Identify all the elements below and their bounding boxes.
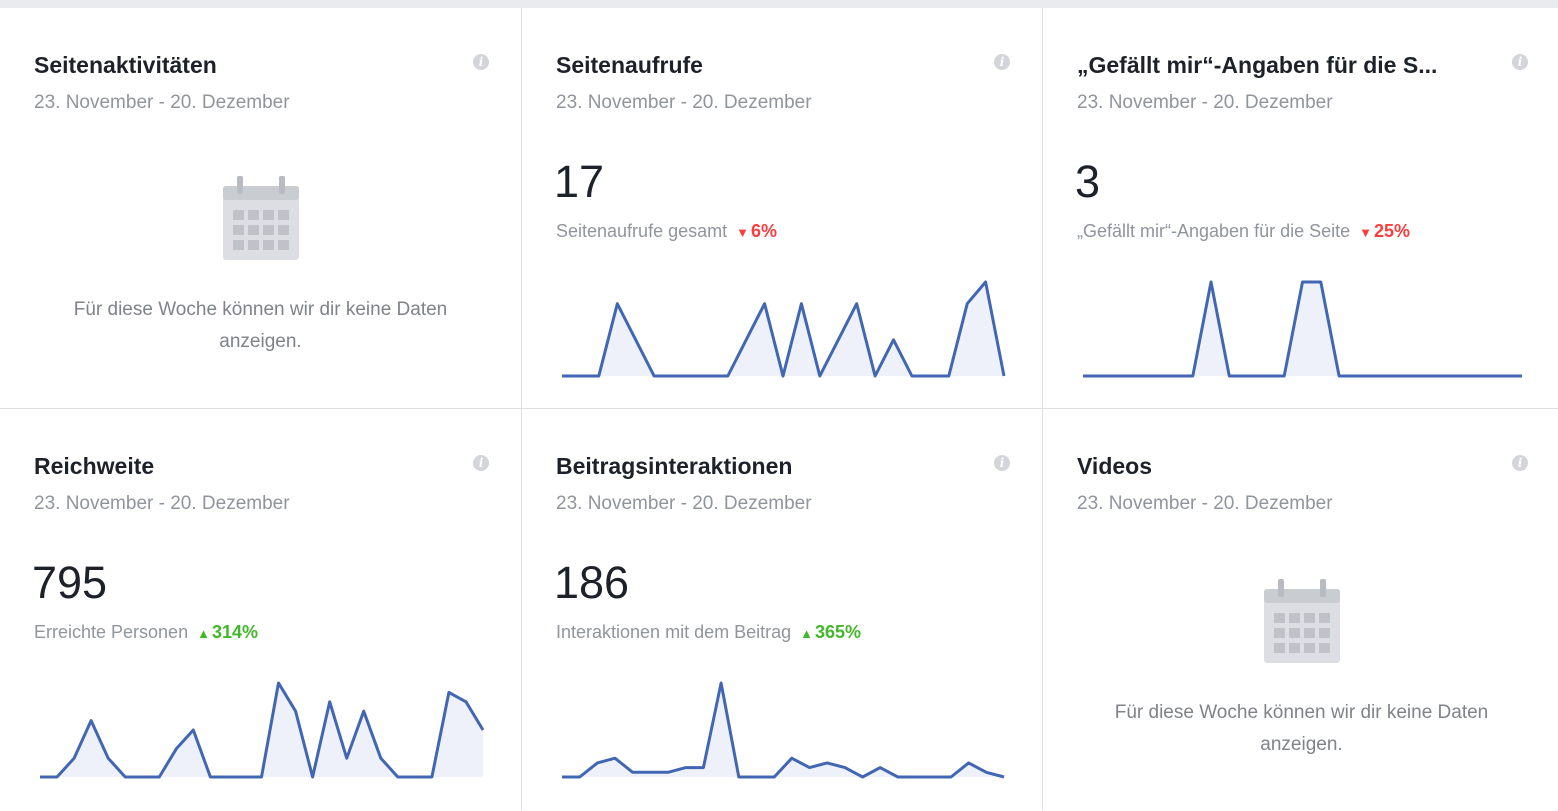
down-arrow-icon: ▼ bbox=[736, 225, 749, 240]
up-arrow-icon: ▲ bbox=[800, 626, 814, 641]
metric-row: Seitenaufrufe gesamt ▼ 6% bbox=[556, 221, 777, 242]
delta-value: 6% bbox=[751, 221, 778, 241]
metric-label: Interaktionen mit dem Beitrag bbox=[556, 622, 792, 642]
metric-row: Erreichte Personen ▲ 314% bbox=[34, 622, 258, 643]
empty-state: Für diese Woche können wir dir keine Dat… bbox=[1043, 579, 1558, 761]
metric-value: 186 bbox=[554, 557, 630, 608]
delta-value: 314% bbox=[211, 622, 259, 642]
info-icon[interactable]: i bbox=[994, 455, 1010, 471]
calendar-icon bbox=[222, 176, 299, 260]
delta-badge: ▲ 365% bbox=[800, 622, 861, 642]
card-title: Seitenaufrufe bbox=[556, 52, 703, 78]
metric-label: Seitenaufrufe gesamt bbox=[556, 221, 728, 241]
insights-grid: Seitenaktivitäten 23. November - 20. Dez… bbox=[0, 8, 1558, 811]
info-icon[interactable]: i bbox=[1512, 54, 1528, 70]
card-title: Reichweite bbox=[34, 453, 155, 479]
info-icon[interactable]: i bbox=[473, 54, 489, 70]
card-date-range: 23. November - 20. Dezember bbox=[1077, 92, 1333, 113]
card-reach[interactable]: Reichweite 23. November - 20. Dezember i… bbox=[0, 409, 521, 811]
card-page-views[interactable]: Seitenaufrufe 23. November - 20. Dezembe… bbox=[522, 8, 1042, 408]
down-arrow-icon: ▼ bbox=[1359, 225, 1373, 240]
card-date-range: 23. November - 20. Dezember bbox=[1077, 493, 1333, 514]
card-date-range: 23. November - 20. Dezember bbox=[34, 92, 290, 113]
sparkline-line bbox=[562, 681, 1005, 779]
sparkline bbox=[1083, 280, 1522, 378]
delta-badge: ▲ 314% bbox=[197, 622, 258, 642]
metric-label: „Gefällt mir“-Angaben für die Seite bbox=[1077, 221, 1351, 241]
sparkline-area bbox=[562, 282, 1004, 376]
metric-value: 3 bbox=[1075, 156, 1101, 207]
delta-badge: ▼ 6% bbox=[736, 221, 777, 241]
info-icon[interactable]: i bbox=[1512, 455, 1528, 471]
no-data-text: Für diese Woche können wir dir keine Dat… bbox=[1114, 702, 1489, 755]
sparkline-area bbox=[1083, 282, 1522, 376]
card-videos[interactable]: Videos 23. November - 20. Dezember i Für… bbox=[1043, 409, 1558, 811]
sparkline-area bbox=[40, 683, 483, 777]
empty-state: Für diese Woche können wir dir keine Dat… bbox=[0, 176, 521, 358]
card-page-likes[interactable]: „Gefällt mir“-Angaben für die S... 23. N… bbox=[1043, 8, 1558, 408]
card-date-range: 23. November - 20. Dezember bbox=[556, 92, 812, 113]
card-title: Videos bbox=[1077, 453, 1152, 479]
card-date-range: 23. November - 20. Dezember bbox=[556, 493, 812, 514]
card-title: Seitenaktivitäten bbox=[34, 52, 217, 78]
delta-badge: ▼ 25% bbox=[1359, 221, 1410, 241]
sparkline bbox=[40, 681, 485, 779]
delta-value: 365% bbox=[815, 622, 862, 642]
delta-value: 25% bbox=[1374, 221, 1411, 241]
metric-label: Erreichte Personen bbox=[34, 622, 189, 642]
metric-value: 795 bbox=[32, 557, 108, 608]
card-title: „Gefällt mir“-Angaben für die S... bbox=[1077, 52, 1438, 78]
card-title: Beitragsinteraktionen bbox=[556, 453, 793, 479]
sparkline bbox=[562, 681, 1005, 779]
sparkline-area bbox=[562, 683, 1004, 777]
card-post-engagement[interactable]: Beitragsinteraktionen 23. November - 20.… bbox=[522, 409, 1042, 811]
sparkline bbox=[562, 280, 1006, 378]
metric-row: „Gefällt mir“-Angaben für die Seite ▼ 25% bbox=[1077, 221, 1410, 242]
metric-value: 17 bbox=[554, 156, 605, 207]
info-icon[interactable]: i bbox=[994, 54, 1010, 70]
up-arrow-icon: ▲ bbox=[197, 626, 210, 641]
card-page-activity[interactable]: Seitenaktivitäten 23. November - 20. Dez… bbox=[0, 8, 521, 408]
metric-row: Interaktionen mit dem Beitrag ▲ 365% bbox=[556, 622, 861, 643]
card-date-range: 23. November - 20. Dezember bbox=[34, 493, 290, 514]
no-data-text: Für diese Woche können wir dir keine Dat… bbox=[73, 299, 448, 352]
calendar-icon bbox=[1263, 579, 1340, 663]
info-icon[interactable]: i bbox=[473, 455, 489, 471]
